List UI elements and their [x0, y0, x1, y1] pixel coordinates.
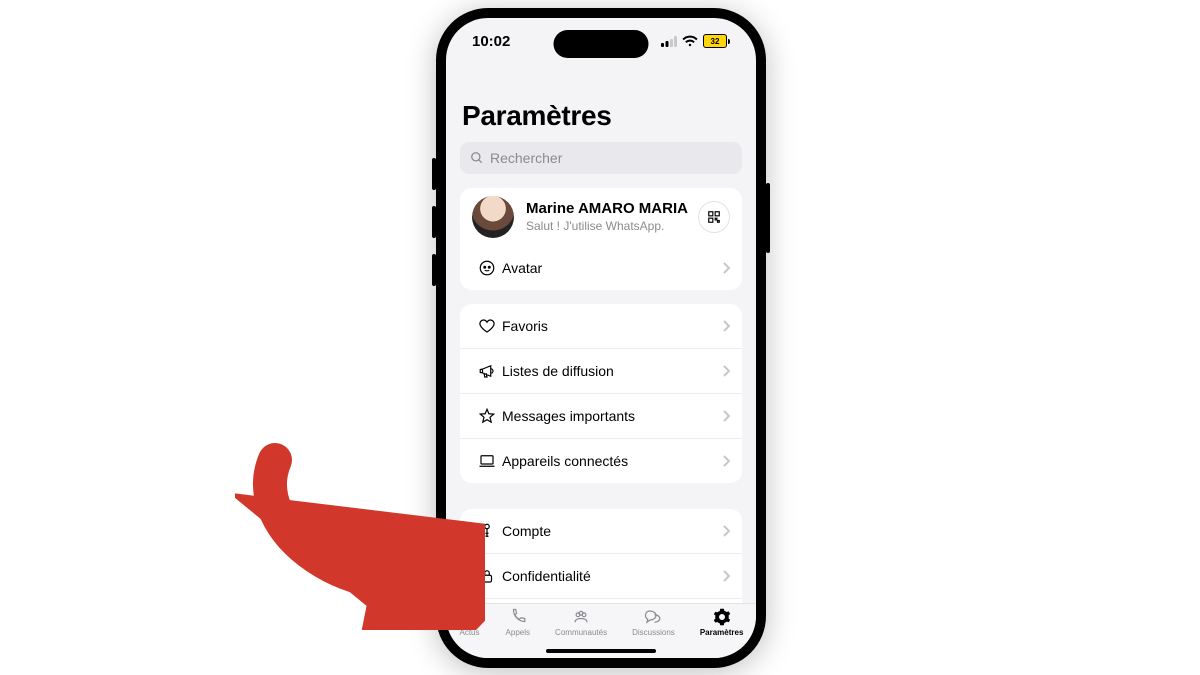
- tab-icon: [642, 608, 664, 626]
- laptop-icon: [472, 452, 502, 470]
- status-bar: 10:02 32: [446, 18, 756, 64]
- battery-indicator: 32: [703, 34, 730, 48]
- row-label: Favoris: [502, 318, 722, 334]
- avatar-row[interactable]: Avatar: [460, 246, 742, 290]
- search-icon: [470, 151, 484, 165]
- chevron-right-icon: [722, 570, 730, 582]
- tab-label: Actus: [460, 628, 480, 637]
- tab-icon: [507, 608, 529, 626]
- chevron-right-icon: [722, 262, 730, 274]
- profile-row[interactable]: Marine AMARO MARIA Salut ! J'utilise Wha…: [460, 188, 742, 246]
- tab-discussions[interactable]: Discussions: [632, 608, 675, 637]
- profile-name: Marine AMARO MARIA: [526, 200, 698, 219]
- tab-label: Communautés: [555, 628, 607, 637]
- settings-row-listes-de-diffusion[interactable]: Listes de diffusion: [460, 348, 742, 393]
- avatar-label: Avatar: [502, 260, 722, 276]
- row-label: Messages importants: [502, 408, 722, 424]
- row-label: Compte: [502, 523, 722, 539]
- heart-icon: [472, 317, 502, 335]
- star-icon: [472, 407, 502, 425]
- cellular-icon: [661, 36, 677, 47]
- tab-label: Appels: [506, 628, 530, 637]
- settings-row-appareils-connect-s[interactable]: Appareils connectés: [460, 438, 742, 483]
- chevron-right-icon: [722, 365, 730, 377]
- tab-paramètres[interactable]: Paramètres: [700, 608, 744, 637]
- tab-communautés[interactable]: Communautés: [555, 608, 607, 637]
- page-title: Paramètres: [462, 100, 742, 132]
- chevron-right-icon: [722, 455, 730, 467]
- megaphone-icon: [472, 362, 502, 380]
- settings-row-confidentialit-[interactable]: Confidentialité: [460, 553, 742, 598]
- settings-row-favoris[interactable]: Favoris: [460, 304, 742, 348]
- settings-row-compte[interactable]: Compte: [460, 509, 742, 553]
- settings-row-messages-importants[interactable]: Messages importants: [460, 393, 742, 438]
- tab-label: Discussions: [632, 628, 675, 637]
- phone-frame: 10:02 32 Paramètres: [436, 8, 766, 668]
- chevron-right-icon: [722, 410, 730, 422]
- home-indicator: [546, 649, 656, 653]
- phone-screen: 10:02 32 Paramètres: [446, 18, 756, 658]
- tab-appels[interactable]: Appels: [506, 608, 530, 637]
- settings-group-2: CompteConfidentialitéDiscussionsNotifica…: [460, 509, 742, 608]
- chevron-right-icon: [722, 320, 730, 332]
- tab-label: Paramètres: [700, 628, 744, 637]
- lock-icon: [472, 567, 502, 585]
- wifi-icon: [682, 35, 698, 47]
- tab-actus[interactable]: Actus: [459, 608, 481, 637]
- search-placeholder: Rechercher: [490, 150, 562, 166]
- profile-status: Salut ! J'utilise WhatsApp.: [526, 219, 698, 234]
- tab-icon: [459, 608, 481, 626]
- profile-avatar: [472, 196, 514, 238]
- key-icon: [472, 522, 502, 540]
- avatar-icon: [472, 259, 502, 277]
- row-label: Appareils connectés: [502, 453, 722, 469]
- chevron-right-icon: [722, 525, 730, 537]
- settings-group-1: Favoris Listes de diffusion Messages impor…: [460, 304, 742, 483]
- profile-info: Marine AMARO MARIA Salut ! J'utilise Wha…: [526, 200, 698, 234]
- tab-icon: [570, 608, 592, 626]
- status-time: 10:02: [472, 33, 510, 50]
- profile-card: Marine AMARO MARIA Salut ! J'utilise Wha…: [460, 188, 742, 290]
- qr-code-button[interactable]: [698, 201, 730, 233]
- search-field[interactable]: Rechercher: [460, 142, 742, 174]
- tab-icon: [711, 608, 733, 626]
- settings-page: Paramètres Rechercher Marine AMARO MARIA…: [446, 64, 756, 608]
- row-label: Listes de diffusion: [502, 363, 722, 379]
- row-label: Confidentialité: [502, 568, 722, 584]
